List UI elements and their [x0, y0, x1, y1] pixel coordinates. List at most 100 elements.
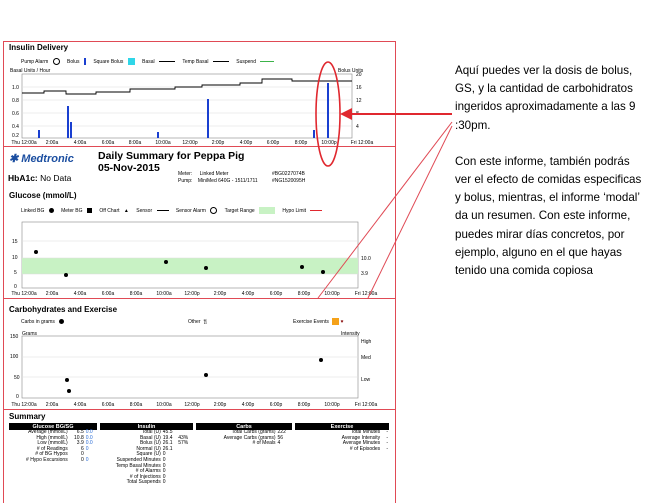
table-row: # of Episodes - [349, 445, 388, 452]
bolus-bar [313, 130, 315, 138]
medtronic-logo: ✱ Medtronic [9, 153, 74, 165]
medtronic-icon: ✱ [9, 153, 19, 165]
meter-info: Meter: Linked Meter [178, 171, 229, 177]
y-tick-right: 16 [356, 85, 362, 91]
y-tick: 0.4 [12, 124, 19, 130]
x-tick: 10:00p [321, 140, 337, 146]
x-tick: 4:00a [74, 140, 87, 146]
divider-2 [3, 298, 396, 299]
right-tick: 3.9 [361, 271, 368, 277]
bg-point [300, 265, 304, 269]
y-tick-right: 20 [356, 72, 362, 78]
y-tick: 0.2 [12, 133, 19, 139]
bolus-bar [157, 132, 159, 138]
carb-point [65, 378, 69, 382]
meter-bg-icon [86, 208, 92, 213]
summary-exercise-table: Exercise Total Minutes - Average Intensit… [295, 423, 389, 452]
x-tick: Thu 12:00a [11, 140, 37, 146]
x-tick: 8:00a [129, 140, 142, 146]
legend-suspend: Suspend [236, 58, 256, 65]
report-title: Daily Summary for Peppa Pig [98, 150, 245, 162]
linked-bg-icon [48, 208, 54, 213]
y-tick-right: 4 [356, 124, 359, 130]
table-row: Total Suspends 0 [126, 479, 166, 486]
square-bolus-icon [127, 58, 135, 65]
annotation-paragraph-1: Aquí puedes ver la dosis de bolus, GS, y… [455, 64, 636, 132]
top-border [3, 41, 396, 42]
table-row: # Hypo Excursions 0 0 [26, 456, 89, 463]
y-tick: 1.0 [12, 85, 19, 91]
off-chart-icon: ▲ [123, 207, 129, 214]
summary-carbs-table: Carbs Total Carbs (grams) 222 Average Car… [196, 423, 292, 447]
x-tick: 2:00p [212, 140, 225, 146]
insulin-legend: Pump Alarm Bolus Square Bolus Basal Temp… [21, 58, 277, 65]
y-tick: 10 [12, 255, 18, 261]
insulin-chart: 1.0 0.8 0.6 0.4 0.2 20 16 12 8 4 Thu 12:… [11, 72, 374, 146]
hba1c: HbA1c: No Data [8, 173, 72, 183]
table-row: # of Meals 4 [252, 440, 281, 447]
x-tick: 12:00p [182, 140, 198, 146]
meter-serial: #BG0227074B [272, 171, 305, 177]
x-tick: 2:00p [214, 291, 227, 297]
divider-1 [3, 146, 396, 147]
basal-line-icon [159, 61, 176, 62]
sensor-alarm-icon [210, 207, 218, 214]
bg-point [64, 273, 68, 277]
x-tick: 12:00p [184, 291, 200, 297]
glucose-legend: Linked BG Meter BG Off Chart ▲ Sensor Se… [21, 207, 325, 214]
x-tick: 2:00a [46, 140, 59, 146]
legend-meter-bg: Meter BG [61, 207, 83, 214]
x-tick: 10:00a [155, 140, 171, 146]
carbs-dot-icon [59, 319, 65, 325]
glucose-chart: 15 10 5 0 10.0 3.9 Thu 12:00a 2:00a 4:00… [11, 221, 377, 297]
y-tick: 15 [12, 239, 18, 245]
pump-alarm-icon [52, 58, 60, 65]
legend-hypo-limit: Hypo Limit [282, 207, 307, 214]
insulin-title: Insulin Delivery [9, 43, 69, 52]
x-tick: 8:00p [298, 402, 311, 408]
summary-insulin-table: Insulin Total (U) 45.5 Basal (U) 19.4 43% B… [100, 423, 193, 486]
x-tick: 6:00p [270, 291, 283, 297]
exercise-legend: Exercise Events ♥ [293, 318, 344, 325]
exercise-square-icon [332, 318, 340, 325]
y-tick-right: 12 [356, 98, 362, 104]
y-tick: 150 [10, 334, 19, 340]
x-tick: 8:00a [130, 291, 143, 297]
x-tick: 4:00p [242, 402, 255, 408]
annotation-paragraph-2: Con este informe, también podrás ver el … [455, 154, 642, 278]
target-range-band [22, 258, 358, 274]
x-tick: 8:00p [298, 291, 311, 297]
x-tick: 6:00a [102, 291, 115, 297]
x-tick: Fri 12:00a [351, 140, 374, 146]
legend-target-range: Target Range [224, 207, 255, 214]
y-tick: 100 [10, 354, 19, 360]
x-tick: 6:00p [267, 140, 280, 146]
x-tick: 6:00a [102, 402, 115, 408]
legend-sensor-alarm: Sensor Alarm [175, 207, 206, 214]
legend-pump-alarm: Pump Alarm [21, 58, 49, 65]
glucose-title: Glucose (mmol/L) [9, 191, 77, 200]
legend-off-chart: Off Chart [99, 207, 120, 214]
bg-point [164, 260, 168, 264]
summary-title: Summary [9, 412, 46, 421]
hypo-limit-icon [310, 210, 323, 211]
bolus-bar [38, 130, 40, 138]
pump-info: Pump: MiniMed 640G - 1511/1711 [178, 178, 258, 184]
y-tick: 0.6 [12, 111, 19, 117]
y-tick: 0.8 [12, 98, 19, 104]
bolus-icon [83, 58, 86, 65]
y-tick: 0 [14, 284, 17, 290]
carb-point [67, 389, 71, 393]
x-tick: 4:00p [242, 291, 255, 297]
bg-point [321, 270, 325, 274]
x-tick: 4:00a [74, 402, 87, 408]
right-tick: 10.0 [361, 256, 371, 262]
carb-point [204, 373, 208, 377]
target-range-icon [259, 207, 276, 214]
annotation-spacer [455, 135, 643, 153]
x-tick: 4:00p [240, 140, 253, 146]
fork-knife-icon: 🍴︎ [201, 319, 209, 325]
summary-glucose-table: Glucose BG/SG Average (mmol/L) 6.5 0.0 Hig… [9, 423, 97, 464]
other-legend: Other 🍴︎ [188, 319, 209, 325]
bolus-bar [67, 106, 69, 138]
